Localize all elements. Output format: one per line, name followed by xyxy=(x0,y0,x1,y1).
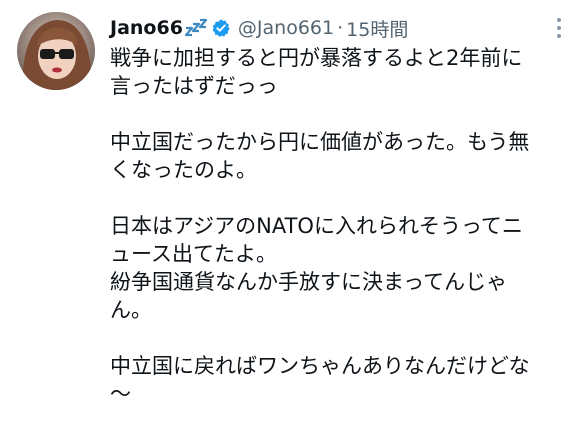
tweet-text-line: 紛争国通貨なんか手放すに決まってんじゃ xyxy=(110,270,508,294)
tweet-text-line: ュース出てたよ。 xyxy=(110,242,277,266)
tweet-timestamp[interactable]: 15時間 xyxy=(346,15,408,42)
tweet-text-line: 戦争に加担すると円が暴落するよと2年前に xyxy=(110,46,523,70)
tweet-text-line xyxy=(110,324,576,352)
tweet-text-line: 〜 xyxy=(110,382,131,406)
verified-badge-icon[interactable] xyxy=(211,18,231,38)
tweet-text-line: 中立国に戻ればワンちゃんありなんだけどな xyxy=(110,354,530,378)
tweet-text-line: 中立国だったから円に価値があった。もう無 xyxy=(110,130,530,154)
tweet-text-line: 日本はアジアのNATOに入れられそうってニ xyxy=(110,214,523,238)
zzz-emoji-icon xyxy=(184,18,207,38)
tweet-text-line: 言ったはずだっっ xyxy=(110,74,278,98)
avatar-image xyxy=(17,12,95,90)
tweet[interactable]: Jano66 @Jano661 · 15時間 戦争に加担すると円が暴落するよと2… xyxy=(0,0,586,439)
avatar[interactable] xyxy=(17,12,95,90)
more-vertical-icon xyxy=(557,18,561,38)
more-options-button[interactable] xyxy=(545,14,573,42)
tweet-text: 戦争に加担すると円が暴落するよと2年前に 言ったはずだっっ 中立国だったから円に… xyxy=(110,44,576,408)
tweet-text-line: ん。 xyxy=(110,298,152,322)
tweet-text-line xyxy=(110,184,576,212)
author-handle[interactable]: @Jano661 xyxy=(238,17,334,39)
tweet-header: Jano66 @Jano661 · 15時間 xyxy=(110,13,408,43)
tweet-text-line: くなったのよ。 xyxy=(110,158,257,182)
separator-dot: · xyxy=(337,17,344,39)
display-name[interactable]: Jano66 xyxy=(110,17,183,39)
tweet-text-line xyxy=(110,100,576,128)
